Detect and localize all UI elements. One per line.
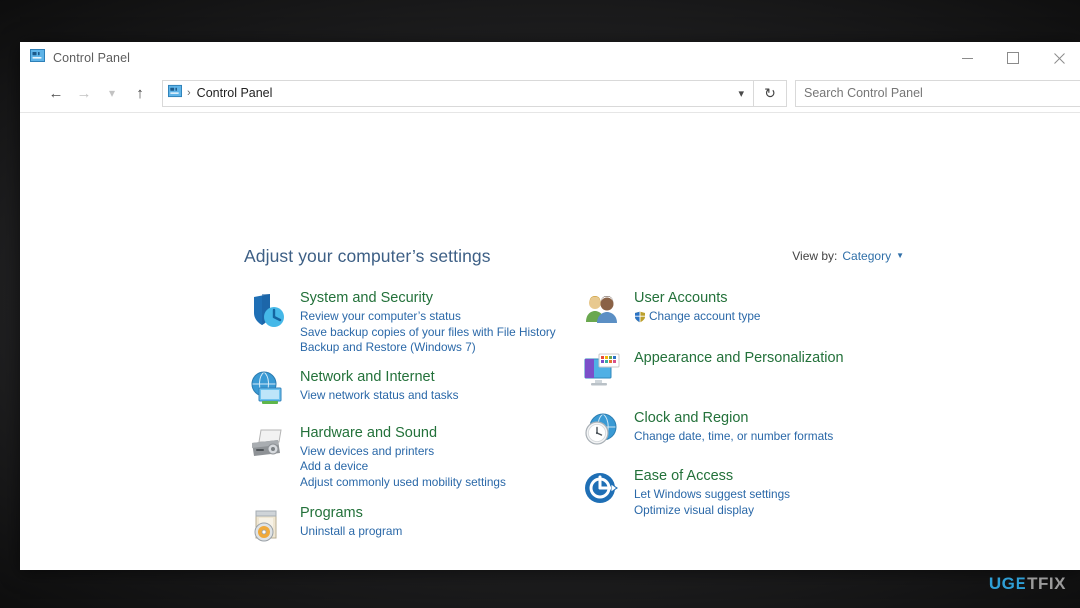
users-icon bbox=[582, 289, 626, 331]
minimize-button[interactable] bbox=[944, 42, 990, 74]
category-title[interactable]: Ease of Access bbox=[634, 467, 733, 485]
category-link[interactable]: Change account type bbox=[634, 309, 761, 325]
category-title[interactable]: Clock and Region bbox=[634, 409, 748, 427]
watermark-part-2: E bbox=[1016, 574, 1027, 593]
desktop-background: Control Panel ← → ▾ ↑ › Control Panel ▾ … bbox=[0, 0, 1080, 608]
category-column-left: System and Security Review your computer… bbox=[248, 289, 578, 560]
control-panel-window: Control Panel ← → ▾ ↑ › Control Panel ▾ … bbox=[20, 42, 1080, 570]
category-link[interactable]: Adjust commonly used mobility settings bbox=[300, 475, 506, 491]
category-appearance-and-personalization: Appearance and Personalization bbox=[582, 349, 922, 391]
forward-arrow-icon[interactable]: → bbox=[70, 78, 98, 108]
category-clock-and-region: Clock and Region Change date, time, or n… bbox=[582, 409, 922, 451]
chevron-down-icon[interactable]: ▾ bbox=[98, 78, 126, 108]
category-title[interactable]: Hardware and Sound bbox=[300, 424, 437, 442]
programs-disc-icon bbox=[248, 504, 292, 546]
watermark-part-1: UG bbox=[988, 574, 1016, 593]
category-column-right: User Accounts Change account type Appear… bbox=[582, 289, 922, 532]
category-link[interactable]: Save backup copies of your files with Fi… bbox=[300, 325, 556, 341]
address-bar[interactable]: › Control Panel ▾ bbox=[162, 79, 754, 107]
ease-of-access-icon bbox=[582, 467, 626, 518]
category-hardware-and-sound: Hardware and Sound View devices and prin… bbox=[248, 424, 578, 491]
uac-shield-icon bbox=[634, 311, 646, 323]
category-link[interactable]: Backup and Restore (Windows 7) bbox=[300, 340, 556, 356]
globe-monitor-icon bbox=[248, 368, 292, 410]
breadcrumb[interactable]: Control Panel bbox=[197, 86, 273, 100]
category-link[interactable]: View network status and tasks bbox=[300, 388, 458, 404]
ugetfix-watermark: UG E TFIX bbox=[989, 574, 1066, 594]
category-programs: Programs Uninstall a program bbox=[248, 504, 578, 546]
window-controls bbox=[944, 42, 1080, 74]
navigation-bar: ← → ▾ ↑ › Control Panel ▾ ↻ Search Contr… bbox=[20, 74, 1080, 113]
title-bar: Control Panel bbox=[20, 42, 1080, 74]
up-arrow-icon[interactable]: ↑ bbox=[126, 78, 154, 108]
printer-icon bbox=[248, 424, 292, 491]
category-title[interactable]: Appearance and Personalization bbox=[634, 349, 844, 367]
category-link[interactable]: Let Windows suggest settings bbox=[634, 487, 790, 503]
content-area: Adjust your computer’s settings View by:… bbox=[20, 113, 1080, 570]
category-title[interactable]: Network and Internet bbox=[300, 368, 435, 386]
category-title[interactable]: System and Security bbox=[300, 289, 433, 307]
category-link[interactable]: View devices and printers bbox=[300, 444, 506, 460]
monitor-palette-icon bbox=[582, 349, 626, 391]
category-user-accounts: User Accounts Change account type bbox=[582, 289, 922, 331]
watermark-part-3: TFIX bbox=[1027, 574, 1066, 593]
clock-globe-icon bbox=[582, 409, 626, 451]
category-ease-of-access: Ease of Access Let Windows suggest setti… bbox=[582, 467, 922, 518]
refresh-icon[interactable]: ↻ bbox=[754, 79, 787, 107]
control-panel-icon bbox=[30, 48, 45, 68]
chevron-down-icon[interactable]: ▾ bbox=[738, 87, 744, 100]
shield-icon bbox=[248, 289, 292, 356]
search-input[interactable]: Search Control Panel bbox=[795, 79, 1080, 107]
category-title[interactable]: Programs bbox=[300, 504, 363, 522]
category-title[interactable]: User Accounts bbox=[634, 289, 728, 307]
category-link[interactable]: Review your computer’s status bbox=[300, 309, 556, 325]
category-link-label: Change account type bbox=[649, 309, 761, 323]
window-title: Control Panel bbox=[53, 51, 131, 65]
category-link[interactable]: Uninstall a program bbox=[300, 524, 402, 540]
close-button[interactable] bbox=[1036, 42, 1080, 74]
control-panel-icon bbox=[168, 84, 182, 103]
category-network-and-internet: Network and Internet View network status… bbox=[248, 368, 578, 410]
category-link[interactable]: Change date, time, or number formats bbox=[634, 429, 833, 445]
category-link[interactable]: Add a device bbox=[300, 459, 506, 475]
category-system-and-security: System and Security Review your computer… bbox=[248, 289, 578, 356]
category-link[interactable]: Optimize visual display bbox=[634, 503, 790, 519]
search-placeholder: Search Control Panel bbox=[804, 86, 923, 100]
back-arrow-icon[interactable]: ← bbox=[42, 78, 70, 108]
maximize-button[interactable] bbox=[990, 42, 1036, 74]
breadcrumb-separator: › bbox=[187, 87, 191, 99]
